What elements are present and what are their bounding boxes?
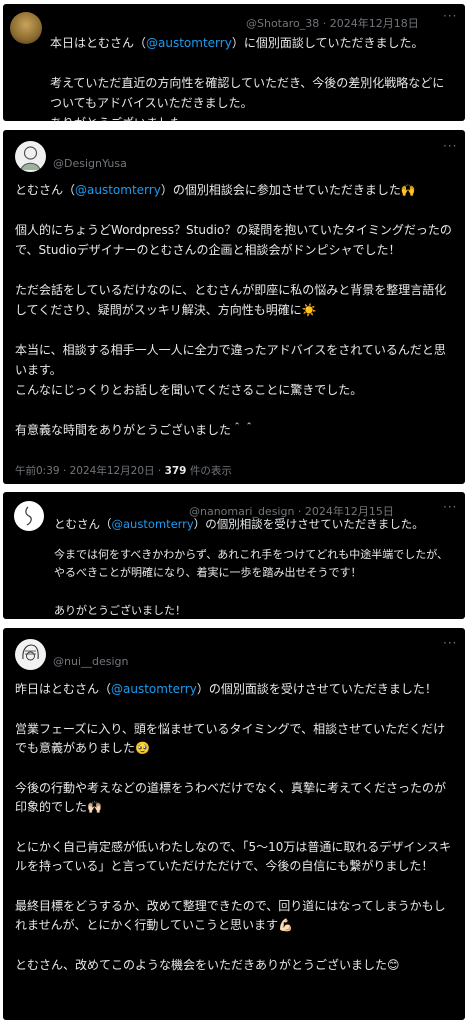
avatar[interactable] (15, 639, 46, 670)
post-text: 本当に、相談する相手一人一人に全力で違ったアドバイスをされているんだと思います。 (15, 343, 446, 377)
more-options-icon[interactable]: ··· (443, 140, 457, 152)
post-text: とむさん、改めてこのような機会をいただきありがとうございました😊 (15, 957, 400, 972)
post-paragraph: 最終目標をどうするか、改めて整理できたので、回り道にはなってしまうかもしれません… (15, 897, 457, 936)
post-body-continued: 今までは何をすべきかわからず、あれこれ手をつけてどれも中途半端でしたが、やるべき… (54, 546, 454, 619)
post-text: とむさん（ (54, 517, 112, 531)
post-paragraph: とむさん（@austomterry）の個別相談会に参加させていただきました🙌 (15, 180, 457, 200)
post-text: ）の個別面談を受けさせていただきました！ (196, 682, 437, 696)
post-paragraph: ありがとうございました。 (50, 113, 455, 121)
avatar[interactable] (15, 141, 46, 172)
post-text: 今までは何をすべきかわからず、あれこれ手をつけてどれも中途半端でしたが、やるべき… (54, 548, 449, 579)
post-paragraph: 営業フェーズに入り、頭を悩ませているタイミングで、相談させていただくだけでも意義… (15, 720, 457, 759)
more-options-icon[interactable]: ··· (443, 10, 457, 22)
post-card-2: @DesignYusa ··· とむさん（@austomterry）の個別相談会… (3, 130, 465, 484)
post-paragraph: とむさん（@austomterry）の個別相談を受けさせていただきました。 (54, 514, 454, 534)
view-count: 379 (164, 465, 187, 477)
post-paragraph: とむさん、改めてこのような機会をいただきありがとうございました😊 (15, 956, 457, 976)
mention-link[interactable]: @austomterry (146, 36, 232, 50)
post-text: 個人的にちょうどWordpress？Studio？の疑問を抱いていたタイミングだ… (15, 223, 452, 257)
post-text: ）に個別面談していただきました。 (231, 36, 424, 50)
mention-link[interactable]: @austomterry (111, 682, 197, 696)
post-paragraph: 昨日はとむさん（@austomterry）の個別面談を受けさせていただきました！ (15, 680, 457, 700)
post-paragraph: 考えていただ直近の方向性を確認していただき、今後の差別化戦略などについてもアドバ… (50, 73, 455, 113)
avatar[interactable] (10, 12, 42, 44)
post-meta: 午前0:39 · 2024年12月20日 · 379 件の表示 (15, 463, 232, 478)
post-text: 有意義な時間をありがとうございました＾＾ (15, 423, 256, 437)
post-handle[interactable]: @DesignYusa (53, 157, 127, 170)
post-card-1: @Shotaro_38 · 2024年12月18日 ··· 本日はとむさん（@a… (3, 4, 465, 121)
post-text: 昨日はとむさん（ (15, 682, 112, 696)
more-options-icon[interactable]: ··· (443, 501, 457, 513)
post-body: 昨日はとむさん（@austomterry）の個別面談を受けさせていただきました！… (15, 680, 457, 975)
post-text: こんなにじっくりとお話しを聞いてくださることに驚きでした。 (15, 383, 363, 397)
post-body: 本日はとむさん（@austomterry）に個別面談していただきました。考えてい… (50, 33, 455, 121)
post-paragraph: 個人的にちょうどWordpress？Studio？の疑問を抱いていたタイミングだ… (15, 220, 457, 260)
post-timestamp[interactable]: 午前0:39 · 2024年12月20日 · (15, 465, 165, 477)
post-text: 本日はとむさん（ (50, 36, 147, 50)
post-text: とむさん（ (15, 183, 76, 197)
post-paragraph: 有意義な時間をありがとうございました＾＾ (15, 420, 457, 440)
post-paragraph: 本日はとむさん（@austomterry）に個別面談していただきました。 (50, 33, 455, 53)
post-text: ）の個別相談会に参加させていただきました🙌 (160, 183, 416, 197)
post-text: ありがとうございました。 (50, 116, 194, 121)
more-options-icon[interactable]: ··· (443, 637, 457, 649)
post-text: 今後の行動や考えなどの道標をうわべだけでなく、真摯に考えてくださったのが印象的で… (15, 780, 447, 815)
post-body: とむさん（@austomterry）の個別相談を受けさせていただきました。 (54, 514, 454, 534)
post-text: ）の個別相談を受けさせていただきました。 (193, 517, 424, 531)
post-handle[interactable]: @nui__design (53, 655, 129, 668)
post-handle[interactable]: @Shotaro_38 · 2024年12月18日 (246, 15, 419, 31)
mention-link[interactable]: @austomterry (75, 183, 161, 197)
post-paragraph: 今までは何をすべきかわからず、あれこれ手をつけてどれも中途半端でしたが、やるべき… (54, 546, 454, 582)
post-text: 営業フェーズに入り、頭を悩ませているタイミングで、相談させていただくだけでも意義… (15, 721, 446, 756)
post-paragraph: ただ会話をしているだけなのに、とむさんが即座に私の悩みと背景を整理言語化してくだ… (15, 280, 457, 320)
view-count-suffix: 件の表示 (186, 465, 232, 477)
post-body: とむさん（@austomterry）の個別相談会に参加させていただきました🙌 個人… (15, 180, 457, 440)
avatar-illustration (20, 146, 41, 171)
post-paragraph: こんなにじっくりとお話しを聞いてくださることに驚きでした。 (15, 380, 457, 400)
post-card-4: @nui__design ··· 昨日はとむさん（@austomterry）の個… (3, 628, 465, 1020)
post-card-3: @nanomari_design · 2024年12月15日 ··· とむさん（… (3, 492, 465, 619)
post-paragraph: 本当に、相談する相手一人一人に全力で違ったアドバイスをされているんだと思います。 (15, 340, 457, 380)
post-paragraph: とにかく自己肯定感が低いわたしなので、「5〜10万は普通に取れるデザインスキルを… (15, 838, 457, 877)
post-text: ありがとうございました！ (54, 604, 186, 617)
post-text: ただ会話をしているだけなのに、とむさんが即座に私の悩みと背景を整理言語化してくだ… (15, 283, 447, 317)
avatar-illustration (25, 506, 32, 526)
post-text: 最終目標をどうするか、改めて整理できたので、回り道にはなってしまうかもしれません… (15, 898, 446, 933)
post-paragraph: 今後の行動や考えなどの道標をうわべだけでなく、真摯に考えてくださったのが印象的で… (15, 779, 457, 818)
avatar[interactable] (14, 501, 44, 531)
post-paragraph: ありがとうございました！ (54, 602, 454, 619)
post-text: 考えていただ直近の方向性を確認していただき、今後の差別化戦略などについてもアドバ… (50, 76, 445, 110)
avatar-illustration (22, 644, 39, 661)
post-text: とにかく自己肯定感が低いわたしなので、「5〜10万は普通に取れるデザインスキルを… (15, 839, 452, 874)
mention-link[interactable]: @austomterry (112, 517, 194, 531)
